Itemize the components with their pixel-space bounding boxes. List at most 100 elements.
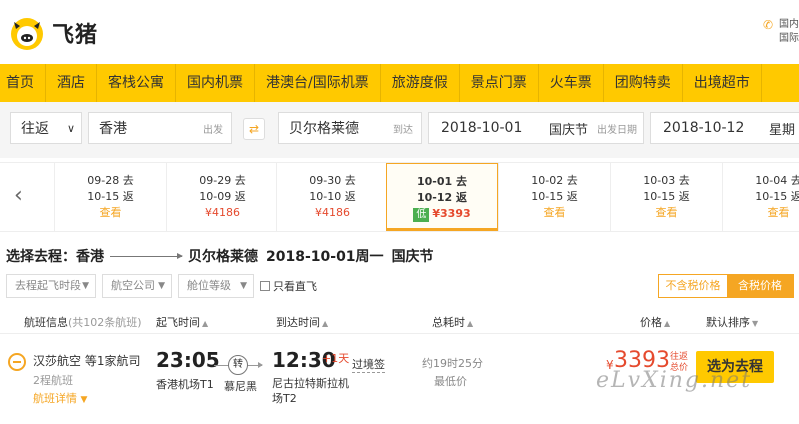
date-price-row: 低 ¥3393 — [387, 206, 497, 222]
from-city-input[interactable]: 香港 出发 — [88, 112, 232, 144]
col-duration[interactable]: 总耗时 ▲ — [432, 314, 473, 330]
route-dest: 贝尔格莱德 — [188, 249, 258, 265]
lowest-price-tag: 最低价 — [434, 375, 467, 388]
transfer-city: 慕尼黑 — [224, 380, 257, 393]
plus-day-badge: +1天 — [322, 352, 350, 365]
route-origin-label: 选择去程：香港 — [6, 249, 104, 265]
tax-included-button[interactable]: 含税价格 — [727, 275, 793, 297]
return-date-input[interactable]: 2018-10-12 星期 — [650, 112, 799, 144]
direct-only-checkbox[interactable]: 只看直飞 — [260, 278, 317, 294]
departure-airport: 香港机场T1 — [156, 378, 214, 391]
flight-segments: 2程航班 — [33, 374, 73, 387]
depart-date-value: 2018-10-01 — [441, 120, 523, 136]
results-column-header: 航班信息(共102条航班) 起飞时间 ▲ 到达时间 ▲ 总耗时 ▲ 价格 ▲ 默认排序 ▼ — [0, 310, 799, 334]
date-price: ¥3393 — [432, 207, 471, 220]
airline-name[interactable]: 汉莎航空 等1家航司 — [33, 352, 140, 369]
nav-item-vacation[interactable]: 旅游度假 — [381, 64, 460, 102]
date-cell[interactable]: 10-01 去 10-12 返低 ¥3393 — [386, 163, 498, 231]
date-price-strip: ‹ 09-28 去 10-15 返查看 09-29 去 10-09 返 ¥4186 09-… — [0, 162, 799, 232]
date-go: 09-30 去 — [309, 174, 356, 187]
sort-icon: ▲ — [467, 319, 474, 328]
lufthansa-logo-icon — [8, 353, 26, 371]
route-date: 2018-10-01周一 — [266, 249, 384, 265]
cabin-filter-label: 舱位等级 — [187, 279, 231, 292]
chevron-down-icon: ▼ — [158, 281, 165, 291]
nav-item-domestic-flights[interactable]: 国内机票 — [176, 64, 255, 102]
flight-count: (共102条航班) — [68, 316, 142, 329]
date-back: 10-12 返 — [416, 191, 467, 204]
tax-excluded-button[interactable]: 不含税价格 — [659, 275, 727, 297]
header-right-line-1[interactable]: 国内 — [779, 18, 799, 32]
to-city-input[interactable]: 贝尔格莱德 到达 — [278, 112, 422, 144]
date-go: 10-03 去 — [643, 174, 690, 187]
col-sort[interactable]: 默认排序 ▼ — [706, 314, 758, 330]
col-arr-time[interactable]: 到达时间 ▲ — [276, 314, 328, 330]
return-date-value: 2018-10-12 — [663, 120, 745, 136]
date-price: 查看 — [767, 206, 790, 219]
nav-item-inn[interactable]: 客栈公寓 — [97, 64, 176, 102]
date-back: 10-15 返 — [643, 190, 690, 203]
transfer-badge[interactable]: 转 — [228, 355, 248, 375]
arrival-airport: 尼古拉特斯拉机场T2 — [272, 377, 349, 405]
dep-period-filter[interactable]: 去程起飞时段 ▼ — [6, 274, 96, 298]
date-price-row: ¥4186 — [277, 205, 388, 221]
nav-item-train[interactable]: 火车票 — [539, 64, 604, 102]
date-back: 10-10 返 — [309, 190, 356, 203]
site-header: 飞猪 ✆ 国内 国际 — [0, 0, 799, 64]
nav-item-hotel[interactable]: 酒店 — [46, 64, 97, 102]
low-price-badge: 低 — [413, 208, 430, 222]
sort-icon: ▲ — [202, 319, 209, 328]
return-weekday: 星期 — [769, 122, 796, 138]
phone-icon: ✆ — [762, 18, 773, 32]
col-dep-time[interactable]: 起飞时间 ▲ — [156, 314, 208, 330]
date-cell[interactable]: 10-04 去 10-15 返查看 — [722, 163, 799, 231]
from-city-value: 香港 — [99, 121, 127, 137]
nav-item-home[interactable]: 首页 — [0, 64, 46, 102]
date-cell[interactable]: 09-30 去 10-10 返 ¥4186 — [276, 163, 388, 231]
col-price[interactable]: 价格 ▲ — [640, 314, 670, 330]
cabin-filter[interactable]: 舱位等级 ▼ — [178, 274, 254, 298]
chevron-down-icon: ∨ — [66, 121, 75, 135]
nav-item-tickets[interactable]: 景点门票 — [460, 64, 539, 102]
logo[interactable]: 飞猪 — [8, 14, 98, 52]
route-arrow-icon — [110, 252, 183, 259]
swap-cities-icon[interactable]: ⇄ — [243, 118, 265, 140]
nav-item-outbound-market[interactable]: 出境超市 — [683, 64, 762, 102]
trip-type-select[interactable]: 往返 ∨ — [10, 112, 82, 144]
sort-icon: ▲ — [322, 319, 329, 328]
date-price: 查看 — [99, 206, 122, 219]
date-cell[interactable]: 09-29 去 10-09 返 ¥4186 — [166, 163, 278, 231]
chevron-down-icon: ▼ — [82, 281, 89, 291]
depart-date-input[interactable]: 2018-10-01 国庆节 出发日期 — [428, 112, 644, 144]
airline-filter-label: 航空公司 — [111, 279, 155, 292]
date-price-row: 查看 — [611, 205, 722, 221]
date-cell[interactable]: 10-02 去 10-15 返查看 — [498, 163, 610, 231]
depart-hint: 出发日期 — [597, 124, 637, 136]
pig-logo-icon — [11, 18, 43, 50]
date-price: ¥4186 — [205, 206, 240, 219]
checkbox-icon — [260, 281, 270, 291]
date-price: ¥4186 — [315, 206, 350, 219]
date-cell[interactable]: 09-28 去 10-15 返查看 — [54, 163, 166, 231]
nav-item-intl-flights[interactable]: 港澳台/国际机票 — [255, 64, 381, 102]
date-go: 10-04 去 — [755, 174, 799, 187]
departure-time: 23:05 — [156, 348, 220, 372]
from-hint: 出发 — [203, 124, 223, 136]
date-price: 查看 — [655, 206, 678, 219]
flight-details-link[interactable]: 航班详情 ▼ — [33, 390, 87, 406]
dep-period-label: 去程起飞时段 — [15, 279, 81, 292]
date-go: 09-28 去 — [87, 174, 134, 187]
header-right-line-2[interactable]: 国际 — [779, 32, 799, 46]
total-duration: 约19时25分 — [422, 357, 483, 370]
header-right: ✆ 国内 国际 — [763, 18, 799, 46]
transit-visa-tag[interactable]: 过境签 — [352, 356, 385, 373]
to-hint: 到达 — [393, 124, 413, 136]
date-back: 10-15 返 — [755, 190, 799, 203]
date-price-row: 查看 — [499, 205, 610, 221]
flight-search-bar: 往返 ∨ 香港 出发 ⇄ 贝尔格莱德 到达 2018-10-01 国庆节 出发日… — [0, 102, 799, 158]
to-city-value: 贝尔格莱德 — [289, 121, 359, 137]
date-cell[interactable]: 10-03 去 10-15 返查看 — [610, 163, 722, 231]
airline-filter[interactable]: 航空公司 ▼ — [102, 274, 172, 298]
nav-item-deals[interactable]: 团购特卖 — [604, 64, 683, 102]
chevron-left-icon[interactable]: ‹ — [14, 183, 23, 208]
